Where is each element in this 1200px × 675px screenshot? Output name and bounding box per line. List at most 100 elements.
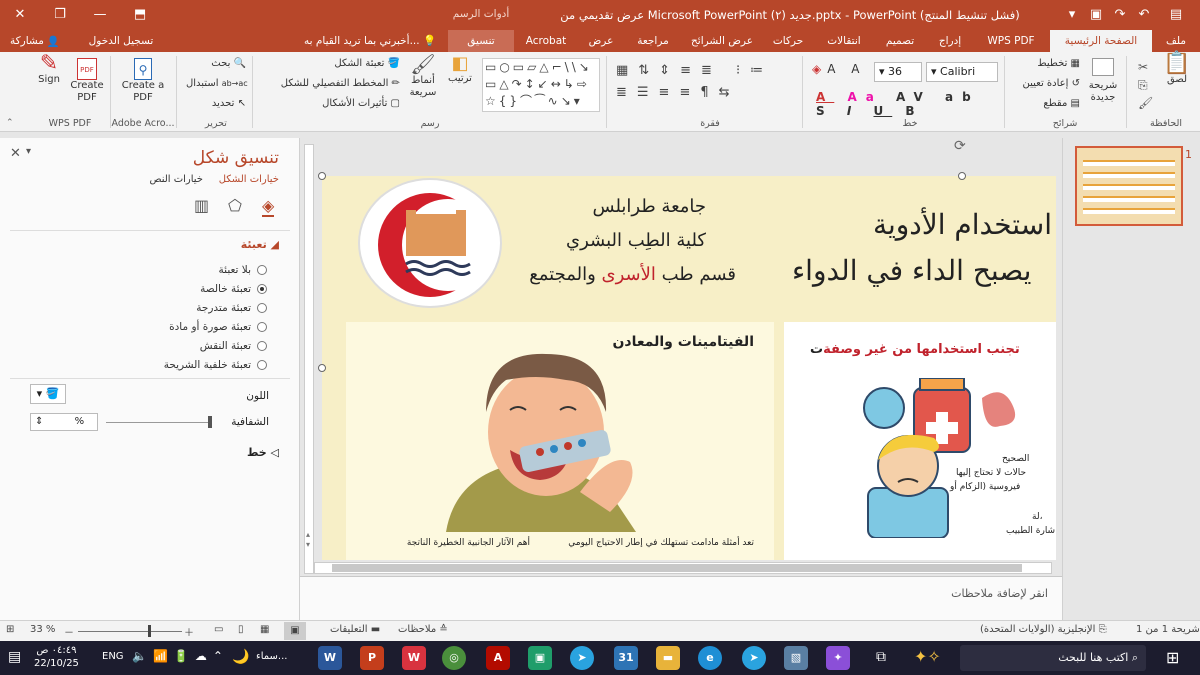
comments-button[interactable]: التعليقات ▬ <box>330 624 380 635</box>
pane-menu-icon[interactable]: ▾ <box>26 146 31 157</box>
arrange-button[interactable]: ◧ ترتيب <box>444 55 476 85</box>
calendar-app-icon[interactable]: 31 <box>614 646 638 670</box>
close-pane-icon[interactable]: ✕ <box>10 146 21 161</box>
language-status[interactable]: الإنجليزية (الولايات المتحدة) ⎘ <box>980 624 1107 635</box>
layout-button[interactable]: تخطيط ▦ <box>1010 58 1080 70</box>
new-slide-button[interactable]: شريحة جديدة <box>1084 58 1122 104</box>
line-section-header[interactable]: خط ◁ <box>247 446 279 459</box>
tab-review[interactable]: مراجعة <box>626 30 680 52</box>
shapes-gallery[interactable]: ▭○▭▱△⌐\\↘ ▭△↷↕↙↔↳⇨ ☆{}⌒⁀∿↘▾ <box>482 58 600 112</box>
collapse-ribbon-icon[interactable]: ⌃ <box>6 118 14 128</box>
wps-app-icon[interactable]: W <box>402 646 426 670</box>
clipboard-small-buttons[interactable]: ✂ ⎘ 🖌 <box>1138 58 1153 112</box>
rotate-handle-icon[interactable]: ⟳ <box>954 138 966 154</box>
tell-me-box[interactable]: أخبرني بما تريد القيام به... 💡 <box>300 30 440 52</box>
save-icon[interactable]: ▤ <box>1164 0 1188 30</box>
wps-create-pdf-button[interactable]: PDF Create PDF <box>68 58 106 104</box>
resize-handle[interactable] <box>958 172 966 180</box>
telegram-2-app-icon[interactable]: ➤ <box>742 646 766 670</box>
zoom-in-icon[interactable]: ＋ <box>184 624 194 639</box>
zoom-out-icon[interactable]: － <box>64 624 74 639</box>
taskbar-search-box[interactable]: اكتب هنا للبحث ⌕ <box>960 645 1146 671</box>
weather-text[interactable]: سماء... <box>256 651 287 662</box>
radio-button[interactable] <box>257 303 267 313</box>
telegram-app-icon[interactable]: ➤ <box>570 646 594 670</box>
present-icon[interactable]: ▣ <box>1084 0 1108 30</box>
tab-transitions[interactable]: انتقالات <box>816 30 872 52</box>
paragraph-controls[interactable]: ▦⇅⇕≡≣ ⁝≔ ≣☰≡≡¶⇆ <box>616 60 796 116</box>
font-format-buttons[interactable]: A Aa AV ab S I U B <box>816 90 998 118</box>
minimize-icon[interactable]: — <box>80 0 120 30</box>
restore-icon[interactable]: ❐ <box>40 0 80 30</box>
tab-insert[interactable]: إدراج <box>928 30 972 52</box>
section-button[interactable]: مقطع ▤ <box>1010 98 1080 110</box>
chrome-app-icon[interactable]: ◎ <box>442 646 466 670</box>
acrobat-app-icon[interactable]: A <box>486 646 510 670</box>
share-button[interactable]: مشاركة 👤 <box>10 33 60 49</box>
tab-home[interactable]: الصفحة الرئيسية <box>1050 30 1152 52</box>
customize-qat-icon[interactable]: ▾ <box>1060 0 1084 30</box>
fill-section-header[interactable]: تعبئة ◢ <box>241 238 279 251</box>
tab-text-options[interactable]: خيارات النص <box>149 174 203 185</box>
tray-icons[interactable]: 🔈📶🔋☁⌃ <box>132 649 229 663</box>
sorter-view-icon[interactable]: ▦ <box>260 624 269 635</box>
notes-pane[interactable]: انقر لإضافة ملاحظات <box>300 576 1062 620</box>
fill-option[interactable]: بلا تعبئة <box>219 264 267 276</box>
font-size-box[interactable]: ▾ 36 <box>874 62 922 82</box>
slide-thumbnail-1[interactable] <box>1075 146 1183 226</box>
fill-line-icon[interactable]: ◈ <box>262 196 275 217</box>
font-grow-shrink[interactable]: ◈A A <box>812 62 872 76</box>
edge-app-icon[interactable]: e <box>698 646 722 670</box>
fill-option[interactable]: تعبئة النقش <box>200 340 267 352</box>
scroll-arrows-icon[interactable]: ▴ ▾ <box>306 530 310 550</box>
zoom-slider-thumb[interactable] <box>148 625 151 637</box>
store-app-icon[interactable]: ▣ <box>528 646 552 670</box>
tab-animations[interactable]: حركات <box>764 30 812 52</box>
windows-start-icon[interactable]: ⊞ <box>1166 648 1179 667</box>
tab-design[interactable]: تصميم <box>876 30 924 52</box>
fill-option[interactable]: تعبئة متدرجة <box>196 302 267 314</box>
radio-button[interactable] <box>257 265 267 275</box>
radio-button[interactable] <box>257 322 267 332</box>
quick-styles-button[interactable]: 🖌 أنماط سريعة <box>404 54 442 99</box>
shape-effects-button[interactable]: تأثيرات الأشكال ▢ <box>262 98 400 110</box>
paste-button[interactable]: 📋 لصق <box>1160 53 1194 86</box>
find-button[interactable]: بحث 🔍 <box>186 58 246 70</box>
tab-acrobat[interactable]: Acrobat <box>518 30 574 52</box>
font-name-box[interactable]: ▾ Calibri <box>926 62 998 82</box>
radio-button[interactable] <box>257 284 267 294</box>
file-explorer-icon[interactable]: ▬ <box>656 646 680 670</box>
word-app-icon[interactable]: W <box>318 646 342 670</box>
slideshow-view-icon[interactable]: ▭ <box>214 624 223 635</box>
tab-view[interactable]: عرض <box>580 30 622 52</box>
tab-file[interactable]: ملف <box>1156 30 1196 52</box>
reset-button[interactable]: إعادة تعيين ↺ <box>1010 78 1081 90</box>
notes-button[interactable]: ملاحظات ≙ <box>398 624 448 635</box>
transparency-input[interactable]: ⇕ % <box>30 413 98 431</box>
clock[interactable]: ٠٤:٤٩ ص 22/10/25 <box>34 644 79 670</box>
zoom-level[interactable]: 33 % <box>30 624 55 635</box>
vertical-scrollbar[interactable] <box>304 144 314 574</box>
shape-outline-button[interactable]: المخطط التفصيلي للشكل ✏ <box>262 78 400 90</box>
tab-format[interactable]: تنسيق <box>448 30 514 52</box>
replace-button[interactable]: استبدال ab→ac <box>186 78 248 90</box>
resize-handle[interactable] <box>318 172 326 180</box>
radio-button[interactable] <box>257 341 267 351</box>
radio-button[interactable] <box>257 360 267 370</box>
adobe-create-pdf-button[interactable]: ⚲ Create a PDF <box>118 58 168 104</box>
sign-in-link[interactable]: تسجيل الدخول <box>86 30 156 52</box>
shape-fill-button[interactable]: تعبئة الشكل 🪣 <box>262 58 400 70</box>
fill-option[interactable]: تعبئة خالصة <box>200 283 267 295</box>
tab-shape-options[interactable]: خيارات الشكل <box>219 174 279 185</box>
ribbon-display-icon[interactable]: ⬒ <box>120 0 160 30</box>
color-picker-button[interactable]: ▾ 🪣 <box>30 384 66 404</box>
sparkle-icon[interactable]: ✦✧ <box>914 647 941 666</box>
input-language[interactable]: ENG <box>102 651 124 662</box>
redo-icon[interactable]: ↷ <box>1108 0 1132 30</box>
reading-view-icon[interactable]: ▯ <box>238 624 244 635</box>
size-properties-icon[interactable]: ▥ <box>194 196 209 215</box>
tab-wps-pdf[interactable]: WPS PDF <box>976 30 1046 52</box>
sign-button[interactable]: ✎ Sign <box>34 53 64 86</box>
fill-option[interactable]: تعبئة خلفية الشريحة <box>164 359 267 371</box>
close-icon[interactable]: ✕ <box>0 0 40 30</box>
